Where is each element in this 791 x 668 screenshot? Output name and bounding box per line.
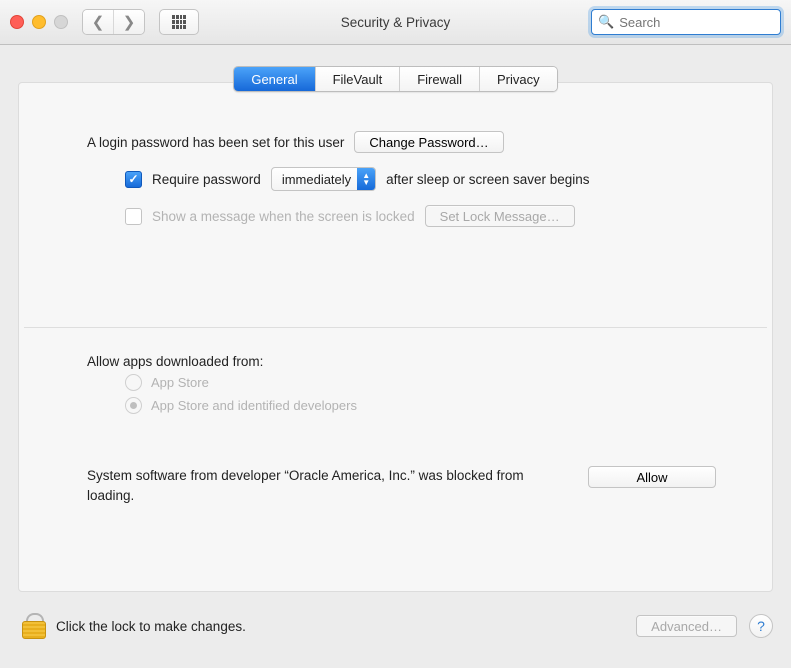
show-message-checkbox[interactable] xyxy=(125,208,142,225)
titlebar: ❮ ❯ Security & Privacy 🔍 xyxy=(0,0,791,45)
radio-identified-developers xyxy=(125,397,142,414)
require-password-suffix: after sleep or screen saver begins xyxy=(386,172,589,187)
content-pane: A login password has been set for this u… xyxy=(18,82,773,592)
require-password-delay-value: immediately xyxy=(282,172,357,187)
tab-privacy[interactable]: Privacy xyxy=(479,67,557,91)
tab-general[interactable]: General xyxy=(234,67,314,91)
require-password-delay-select[interactable]: immediately ▲▼ xyxy=(271,167,376,191)
show-all-button[interactable] xyxy=(159,9,199,35)
tab-firewall[interactable]: Firewall xyxy=(399,67,479,91)
nav-buttons: ❮ ❯ xyxy=(82,9,145,35)
advanced-button[interactable]: Advanced… xyxy=(636,615,737,637)
close-window-button[interactable] xyxy=(10,15,24,29)
tab-filevault[interactable]: FileVault xyxy=(315,67,400,91)
search-icon: 🔍 xyxy=(598,14,614,30)
set-lock-message-button: Set Lock Message… xyxy=(425,205,575,227)
radio-app-store-label: App Store xyxy=(151,375,209,390)
help-button[interactable]: ? xyxy=(749,614,773,638)
change-password-button[interactable]: Change Password… xyxy=(354,131,503,153)
stepper-icon: ▲▼ xyxy=(357,168,375,190)
zoom-window-button[interactable] xyxy=(54,15,68,29)
allow-apps-heading: Allow apps downloaded from: xyxy=(87,354,716,369)
lock-text: Click the lock to make changes. xyxy=(56,619,246,634)
search-field[interactable]: 🔍 xyxy=(591,9,781,35)
forward-button[interactable]: ❯ xyxy=(113,10,144,34)
back-button[interactable]: ❮ xyxy=(83,10,113,34)
login-section: A login password has been set for this u… xyxy=(19,83,772,227)
traffic-lights xyxy=(10,15,68,29)
radio-app-store xyxy=(125,374,142,391)
lock-icon[interactable] xyxy=(22,613,44,639)
minimize-window-button[interactable] xyxy=(32,15,46,29)
blocked-software-row: System software from developer “Oracle A… xyxy=(87,466,716,507)
tab-bar: General FileVault Firewall Privacy xyxy=(0,66,791,92)
allow-button[interactable]: Allow xyxy=(588,466,716,488)
require-password-label: Require password xyxy=(152,172,261,187)
footer: Click the lock to make changes. Advanced… xyxy=(0,596,791,668)
show-message-label: Show a message when the screen is locked xyxy=(152,209,415,224)
search-input[interactable] xyxy=(617,14,791,31)
radio-identified-developers-label: App Store and identified developers xyxy=(151,398,357,413)
blocked-software-text: System software from developer “Oracle A… xyxy=(87,466,566,507)
gatekeeper-section: Allow apps downloaded from: App Store Ap… xyxy=(19,328,772,507)
grid-icon xyxy=(172,15,186,29)
require-password-checkbox[interactable] xyxy=(125,171,142,188)
password-set-text: A login password has been set for this u… xyxy=(87,135,344,150)
